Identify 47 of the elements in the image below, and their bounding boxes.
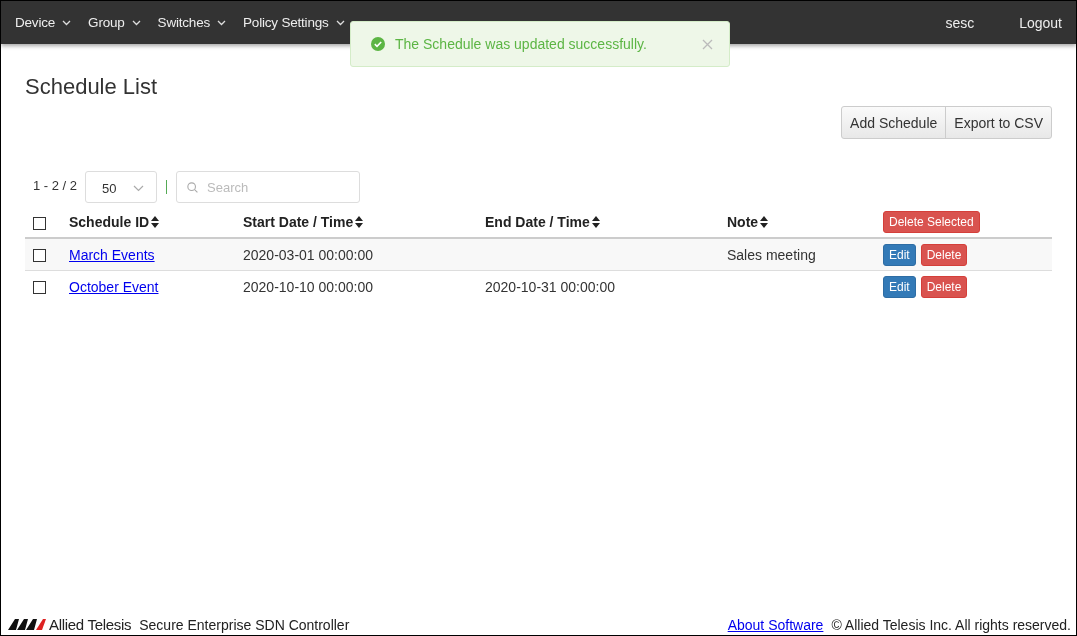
table-cell: Sales meeting — [727, 246, 816, 263]
search-icon — [187, 180, 199, 194]
sort-icon[interactable] — [355, 216, 364, 228]
delete-button[interactable]: Delete — [920, 243, 968, 266]
user-name: sesc — [945, 14, 975, 31]
logo-icon — [8, 618, 46, 630]
brand-name: Allied Telesis — [49, 616, 132, 633]
search-field[interactable]: Search — [176, 171, 361, 203]
edit-button[interactable]: Edit — [883, 243, 916, 266]
logout-link[interactable]: Logout — [1019, 14, 1062, 31]
column-header[interactable]: Start Date / Time — [243, 214, 354, 230]
row-checkbox[interactable] — [33, 249, 46, 263]
nav-menu-item[interactable]: Device — [15, 15, 72, 30]
record-count: 1 - 2 / 2 — [33, 177, 78, 193]
toolbar-button[interactable]: Export to CSV — [945, 107, 1051, 138]
search-input[interactable]: Search — [205, 178, 360, 196]
schedule-link[interactable]: October Event — [69, 278, 159, 295]
column-header[interactable]: Note — [727, 214, 759, 230]
toolbar-button[interactable]: Add Schedule — [842, 107, 946, 138]
caret-icon — [131, 19, 141, 26]
page-title: Schedule List — [25, 74, 158, 100]
table-cell: 2020-10-31 00:00:00 — [485, 278, 615, 295]
check-circle-icon — [371, 37, 385, 51]
column-header[interactable]: Schedule ID — [69, 214, 150, 230]
edit-button[interactable]: Edit — [883, 275, 916, 298]
column-header[interactable]: End Date / Time — [485, 214, 590, 230]
caret-icon — [62, 19, 72, 26]
sort-icon[interactable] — [151, 216, 160, 228]
table-cell: 2020-03-01 00:00:00 — [243, 246, 373, 263]
about-link[interactable]: About Software — [727, 617, 824, 633]
row-checkbox[interactable] — [33, 281, 46, 295]
select-all-checkbox[interactable] — [33, 216, 46, 230]
sort-icon[interactable] — [760, 216, 769, 228]
toast-message: The Schedule was updated successfully. — [395, 36, 648, 52]
sort-icon[interactable] — [591, 216, 600, 228]
copyright-text: © Allied Telesis Inc. All rights reserved. — [831, 617, 1071, 633]
caret-icon — [133, 184, 145, 192]
delete-selected-button[interactable]: Delete Selected — [883, 211, 980, 233]
nav-menu-item[interactable]: Switches — [157, 15, 227, 30]
page-size-select[interactable]: 50 — [85, 171, 158, 203]
caret-icon — [335, 19, 345, 26]
caret-icon — [217, 19, 227, 26]
nav-menu-item[interactable]: Group — [88, 15, 141, 30]
delete-button[interactable]: Delete — [920, 275, 968, 298]
nav-menu-item[interactable]: Policy Settings — [243, 15, 345, 30]
table-cell: 2020-10-10 00:00:00 — [243, 278, 373, 295]
product-name: Secure Enterprise SDN Controller — [139, 617, 350, 633]
